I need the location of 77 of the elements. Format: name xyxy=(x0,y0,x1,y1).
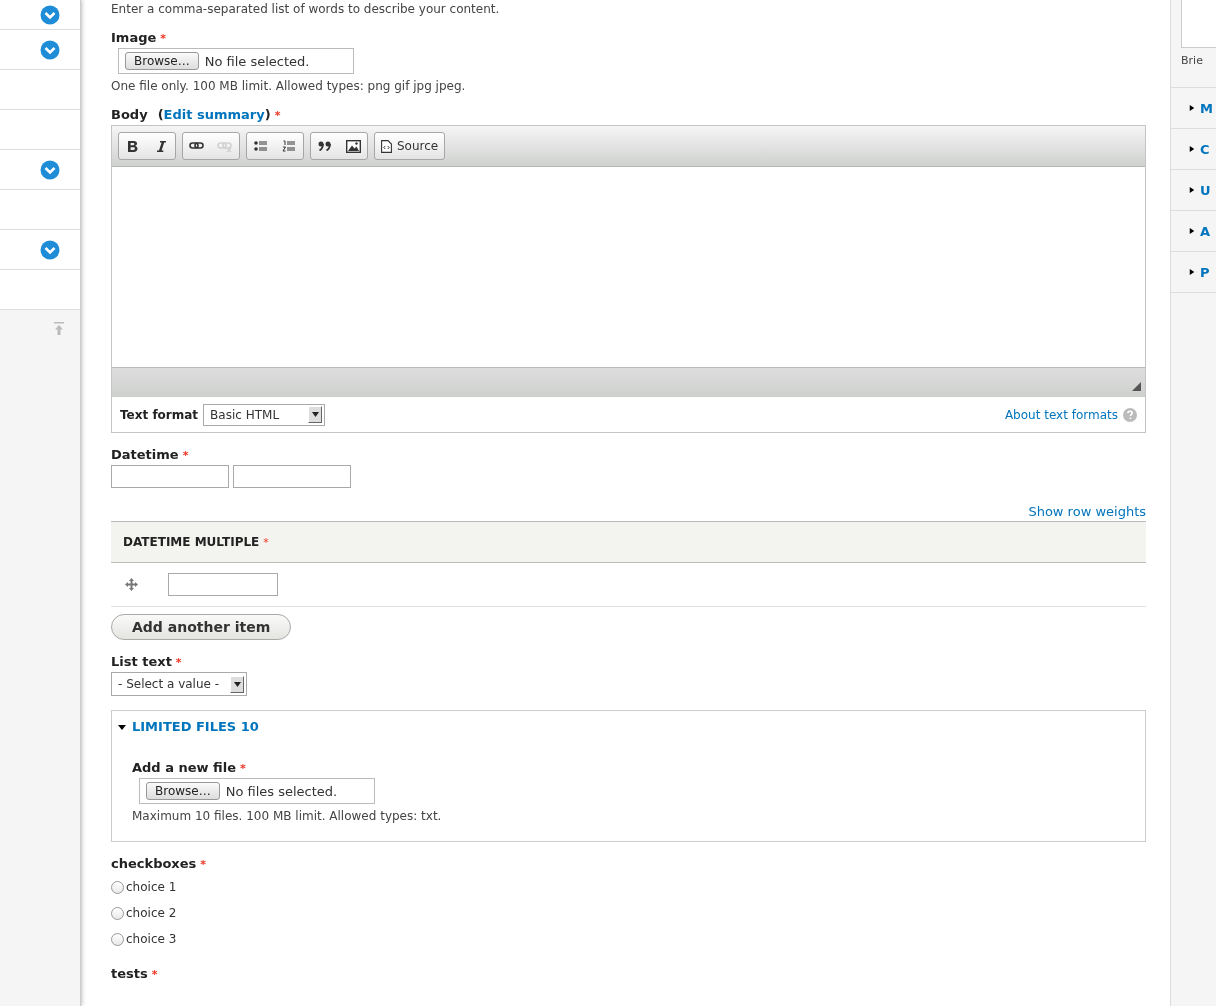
required-mark: * xyxy=(160,32,167,45)
sidebar-row[interactable] xyxy=(0,30,80,70)
date-input[interactable] xyxy=(111,465,229,488)
required-mark: * xyxy=(151,968,158,981)
broken-chain-icon xyxy=(217,140,233,152)
required-mark: * xyxy=(274,109,281,122)
section-toggle-link[interactable]: M xyxy=(1200,100,1213,116)
radio-button[interactable] xyxy=(111,932,124,946)
triangle-icon[interactable] xyxy=(1189,268,1195,276)
radio-button[interactable] xyxy=(111,906,124,920)
dropdown-arrow-icon xyxy=(311,412,319,417)
datetime-input[interactable] xyxy=(168,573,278,596)
option-label: choice 3 xyxy=(126,932,177,946)
list-text-select[interactable]: - Select a value - xyxy=(111,672,247,696)
image-help-text: One file only. 100 MB limit. Allowed types: png gif jpg jpeg. xyxy=(111,79,467,93)
text-format-label: Text format xyxy=(120,407,199,422)
required-mark: * xyxy=(263,535,269,549)
bulleted-list-icon xyxy=(254,140,268,152)
chain-link-icon xyxy=(189,140,205,152)
chevron-down-icon[interactable] xyxy=(40,4,60,25)
required-mark: * xyxy=(240,762,246,775)
source-document-icon xyxy=(381,139,392,153)
chevron-down-icon[interactable] xyxy=(40,159,60,180)
option-label: choice 1 xyxy=(126,880,177,894)
resize-grip-icon[interactable] xyxy=(1132,382,1141,391)
sidebar-row[interactable] xyxy=(0,230,80,270)
files-help-text: Maximum 10 files. 100 MB limit. Allowed types: txt. xyxy=(132,809,443,823)
sidebar-row[interactable] xyxy=(0,0,80,30)
browse-button[interactable]: Browse… xyxy=(146,782,220,800)
triangle-icon xyxy=(118,722,126,731)
bold-icon xyxy=(127,139,139,153)
triangle-icon[interactable] xyxy=(1189,186,1195,194)
add-another-item-button[interactable]: Add another item xyxy=(111,614,292,640)
required-mark: * xyxy=(182,449,189,462)
source-button[interactable]: Source xyxy=(375,133,445,159)
section-toggle-link[interactable]: P xyxy=(1200,264,1210,280)
help-icon[interactable] xyxy=(1123,407,1137,422)
body-label: Body xyxy=(111,107,148,122)
chevron-down-icon[interactable] xyxy=(40,239,60,260)
triangle-icon[interactable] xyxy=(1189,227,1195,235)
file-input[interactable]: Browse… No file selected. xyxy=(118,48,354,74)
triangle-icon[interactable] xyxy=(1189,145,1195,153)
datetime-label: Datetime xyxy=(111,447,179,462)
image-label: Image xyxy=(111,30,157,45)
browse-button[interactable]: Browse… xyxy=(125,52,199,70)
image-icon xyxy=(345,139,361,153)
tests-label: tests xyxy=(111,966,148,981)
list-text-label: List text xyxy=(111,654,172,669)
required-mark: * xyxy=(200,858,207,871)
file-input[interactable]: Browse… No files selected. xyxy=(139,778,375,804)
paren-text: ) xyxy=(264,107,271,122)
add-file-label: Add a new file xyxy=(132,760,236,775)
section-toggle-link[interactable]: U xyxy=(1200,182,1211,198)
drag-handle-icon[interactable] xyxy=(125,578,138,591)
section-toggle-link[interactable]: A xyxy=(1200,223,1211,239)
dropdown-arrow-icon xyxy=(233,681,241,687)
time-input[interactable] xyxy=(233,465,351,488)
tags-help-text: Enter a comma-separated list of words to describe your content. xyxy=(111,2,501,16)
checkboxes-label: checkboxes xyxy=(111,856,197,871)
chevron-down-icon[interactable] xyxy=(40,39,60,60)
section-toggle-link[interactable]: C xyxy=(1200,141,1210,157)
about-text-formats-link[interactable]: About text formats xyxy=(1004,407,1118,422)
show-row-weights-link[interactable]: Show row weights xyxy=(1028,504,1146,519)
sidebar-row[interactable] xyxy=(0,150,80,190)
datetime-multiple-heading: DATETIME MULTIPLE xyxy=(123,535,260,549)
quote-icon xyxy=(318,141,332,151)
italic-icon xyxy=(156,139,166,153)
paren-text: ( xyxy=(157,107,164,122)
numbered-list-icon xyxy=(282,140,296,152)
triangle-icon[interactable] xyxy=(1189,104,1195,112)
text-format-select[interactable]: Basic HTML xyxy=(203,403,326,426)
required-mark: * xyxy=(175,656,182,669)
help-text: Brie xyxy=(1181,54,1203,67)
limited-files-toggle[interactable]: LIMITED FILES 10 xyxy=(118,719,1125,734)
option-label: choice 2 xyxy=(126,906,177,920)
edit-summary-link[interactable]: Edit summary xyxy=(163,107,265,122)
radio-button[interactable] xyxy=(111,880,124,894)
